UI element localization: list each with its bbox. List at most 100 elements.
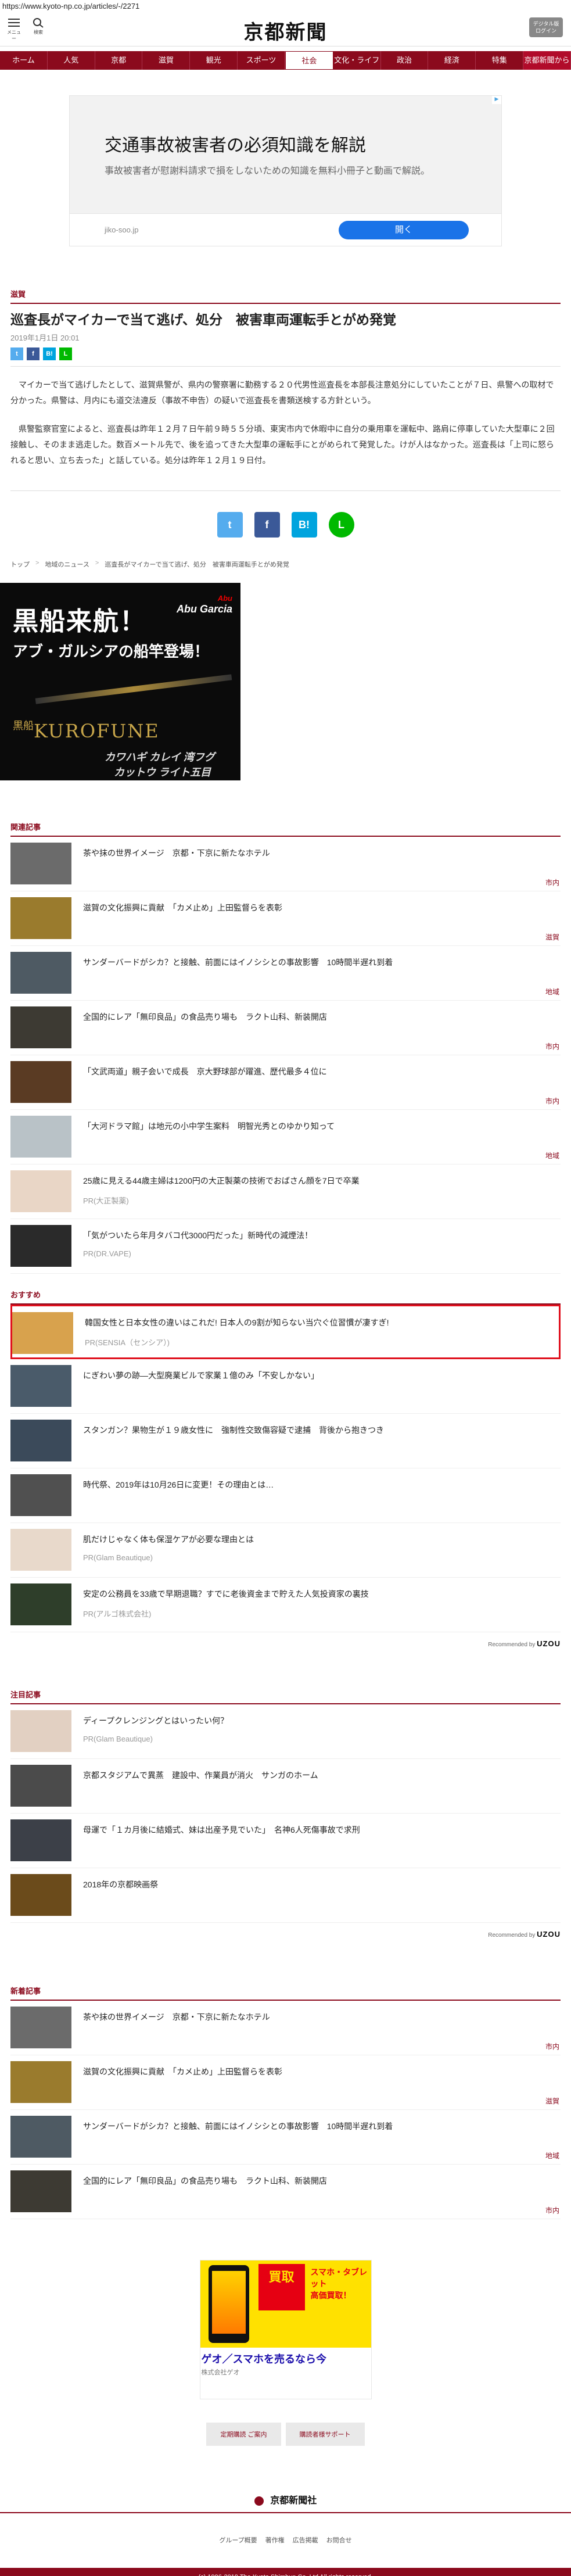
list-item[interactable]: 滋賀の文化振興に貢献 「カメ止め」上田監督らを表彰滋賀 [10,891,561,946]
list-item[interactable]: 「気がついたら年月タバコ代3000円だった」新時代の減煙法！ PR(DR.VAPE… [10,1219,561,1274]
hatena-share-icon[interactable]: B! [291,512,317,538]
list-item[interactable]: 茶や抹の世界イメージ 京都・下京に新たなホテル市内 [10,2001,561,2055]
nav-item[interactable]: 文化・ライフ [333,51,381,70]
support-button[interactable]: 購読者様サポート [285,2423,365,2446]
list-item[interactable]: ディープクレンジングとはいったい何？ PR(Glam Beautique) [10,1704,561,1759]
list-item[interactable]: サンダーバードがシカ？と接触、前面にはイノシシとの事故影響 10時間半遅れ到着地… [10,2110,561,2165]
uzou-logo[interactable]: UZOU [537,1930,561,1939]
twitter-share-icon[interactable]: t [10,347,23,360]
nav-item[interactable]: ホーム [0,51,48,70]
nav-item[interactable]: 滋賀 [142,51,191,70]
list-item[interactable]: 25歳に見える44歳主婦は1200円の大正製薬の技術でおばさん顔を7日で卒業 PR… [10,1165,561,1219]
list-item[interactable]: 全国的にレア「無印良品」の食品売り場も ラクト山科、新装開店市内 [10,2165,561,2219]
nav-item[interactable]: スポーツ [238,51,285,70]
nav-item[interactable]: 観光 [190,51,238,70]
item-title[interactable]: 茶や抹の世界イメージ 京都・下京に新たなホテル [83,847,270,859]
thumbnail-image [10,843,71,884]
article-title: 巡査長がマイカーで当て逃げ、処分 被害車両運転手とがめ発覚 [10,312,397,327]
copyright: (c) 1996-2019 The Kyoto Shimbun Co.,Ltd … [0,2568,571,2576]
crumb-local[interactable]: 地域のニュース [45,560,89,569]
item-area-tag[interactable]: 地域 [545,987,559,997]
list-item[interactable]: サンダーバードがシカ？と接触、前面にはイノシシとの事故影響 10時間半遅れ到着地… [10,946,561,1001]
nav-item[interactable]: 経済 [428,51,476,70]
list-item[interactable]: 全国的にレア「無印良品」の食品売り場も ラクト山科、新装開店市内 [10,1001,561,1055]
item-title[interactable]: スタンガン？果物生が１９歳女性に 強制性交致傷容疑で逮捕 背後から抱きつき [83,1424,384,1436]
nav-item[interactable]: 政治 [381,51,429,70]
thumbnail-image [10,1061,71,1103]
item-title[interactable]: 2018年の京都映画祭 [83,1879,158,1890]
page: https://www.kyoto-np.co.jp/articles/-/22… [0,0,571,2576]
item-title[interactable]: 京都スタジアムで異蒸 建設中、作業員が消火 サンガのホーム [83,1769,318,1781]
footer-link[interactable]: 著作権 [265,2535,285,2545]
list-item[interactable]: 京都スタジアムで異蒸 建設中、作業員が消火 サンガのホーム [10,1759,561,1814]
line-share-icon[interactable]: L [59,347,72,360]
facebook-share-icon[interactable]: f [27,347,39,360]
nav-item[interactable]: 人気 [48,51,95,70]
item-title[interactable]: 「気がついたら年月タバコ代3000円だった」新時代の減煙法！ [83,1230,313,1241]
list-item[interactable]: 茶や抹の世界イメージ 京都・下京に新たなホテル市内 [10,837,561,891]
site-logo[interactable]: 京都新聞 [0,16,571,45]
nav-item[interactable]: 特集 [476,51,524,70]
nav-item[interactable]: 社会 [285,51,333,70]
digital-login-button[interactable]: デジタル版 ログイン [529,17,563,37]
footer-link[interactable]: グループ概要 [219,2535,257,2545]
item-title[interactable]: サンダーバードがシカ？と接触、前面にはイノシシとの事故影響 10時間半遅れ到着 [83,2120,393,2132]
list-item[interactable]: 安定の公務員を33歳で早期退職？すでに老後資金まで貯えた人気投資家の裏技 PR(ア… [10,1578,561,1632]
facebook-share-icon[interactable]: f [254,512,280,538]
list-item[interactable]: 2018年の京都映画祭 [10,1868,561,1923]
crumb-top[interactable]: トップ [10,560,30,569]
item-title[interactable]: 母運で「１カ月後に結婚式、妹は出産予見でいた」 名神6人死傷事故で求刑 [83,1824,360,1836]
list-item[interactable]: 「大河ドラマ館」は地元の小中学生案料 明智光秀とのゆかり知って地域 [10,1110,561,1165]
line-share-icon[interactable]: L [328,512,354,538]
item-area-tag[interactable]: 滋賀 [545,932,559,942]
list-item[interactable]: にぎわい夢の跡―大型廃業ビルで家業１億のみ「不安しかない」 [10,1359,561,1414]
list-item[interactable]: 滋賀の文化振興に貢献 「カメ止め」上田監督らを表彰滋賀 [10,2055,561,2110]
item-area-tag[interactable]: 市内 [545,877,559,887]
item-area-tag[interactable]: 市内 [545,2205,559,2215]
item-title[interactable]: 肌だけじゃなく体も保湿ケアが必要な理由とは [83,1534,254,1545]
hatena-share-icon[interactable]: B! [43,347,56,360]
article-category[interactable]: 滋賀 [10,288,561,304]
item-title[interactable]: 滋賀の文化振興に貢献 「カメ止め」上田監督らを表彰 [83,2066,282,2077]
list-item[interactable]: スタンガン？果物生が１９歳女性に 強制性交致傷容疑で逮捕 背後から抱きつき [10,1414,561,1468]
subscription-button[interactable]: 定期購読 ご案内 [206,2423,281,2446]
uzou-logo[interactable]: UZOU [537,1639,561,1648]
ad-geo-title[interactable]: ゲオ／スマホを売るなら今 [202,2351,326,2366]
item-title[interactable]: 25歳に見える44歳主婦は1200円の大正製薬の技術でおばさん顔を7日で卒業 [83,1175,360,1187]
item-title[interactable]: にぎわい夢の跡―大型廃業ビルで家業１億のみ「不安しかない」 [83,1370,319,1381]
item-title[interactable]: 茶や抹の世界イメージ 京都・下京に新たなホテル [83,2011,270,2023]
item-area-tag[interactable]: 市内 [545,2041,559,2051]
item-title[interactable]: 安定の公務員を33歳で早期退職？すでに老後資金まで貯えた人気投資家の裏技 [83,1588,369,1600]
list-item[interactable]: 時代祭、2019年は10月26日に変更！その理由とは… [10,1468,561,1523]
list-item[interactable]: 韓国女性と日本女性の違いはこれだ! 日本人の9割が知らない当穴ぐ位習慣が凄すぎ!… [10,1305,561,1359]
ad-geo[interactable]: 買取 スマホ・タブレット 高価買取！ ゲオ／スマホを売るなら今 株式会社ゲオ [199,2260,372,2399]
item-area-tag[interactable]: 地域 [545,1151,559,1160]
ad-open-button[interactable]: 開く [339,221,469,239]
nav-item[interactable]: 京都 [95,51,143,70]
ad-kurofune[interactable]: 黒船来航！ アブ・ガルシアの船竿登場！ Abu Abu Garcia 黒船 KU… [0,583,240,780]
item-title[interactable]: ディープクレンジングとはいったい何？ [83,1715,228,1726]
ad-banner-top[interactable]: ▶ 交通事故被害者の必須知識を解説 事故被害者が慰謝料請求で損をしないための知識… [69,95,502,246]
footer-link[interactable]: 広告掲載 [293,2535,318,2545]
item-title[interactable]: 時代祭、2019年は10月26日に変更！その理由とは… [83,1479,274,1491]
item-area-tag[interactable]: 市内 [545,1041,559,1051]
item-title[interactable]: 全国的にレア「無印良品」の食品売り場も ラクト山科、新装開店 [83,2175,327,2187]
list-item[interactable]: 「文武両道」親子会いで成長 京大野球部が躍進、歴代最多４位に市内 [10,1055,561,1110]
nav-item[interactable]: 京都新聞から [523,51,571,70]
item-title[interactable]: 「文武両道」親子会いで成長 京大野球部が躍進、歴代最多４位に [83,1066,327,1077]
item-title[interactable]: 滋賀の文化振興に貢献 「カメ止め」上田監督らを表彰 [83,902,282,913]
item-area-tag[interactable]: 市内 [545,1096,559,1106]
ad-choices-icon[interactable]: ▶ [492,96,501,104]
item-title[interactable]: サンダーバードがシカ？と接触、前面にはイノシシとの事故影響 10時間半遅れ到着 [83,956,393,968]
list-item[interactable]: 肌だけじゃなく体も保湿ケアが必要な理由とは PR(Glam Beautique) [10,1523,561,1578]
item-title[interactable]: 「大河ドラマ館」は地元の小中学生案料 明智光秀とのゆかり知って [83,1120,335,1132]
list-item[interactable]: 母運で「１カ月後に結婚式、妹は出産予見でいた」 名神6人死傷事故で求刑 [10,1814,561,1868]
item-area-tag[interactable]: 地域 [545,2151,559,2161]
twitter-share-icon[interactable]: t [217,512,243,538]
ad-geo-image: 買取 スマホ・タブレット 高価買取！ [200,2260,371,2348]
footer-logo[interactable]: 京都新聞社 [0,2492,571,2513]
item-title[interactable]: 韓国女性と日本女性の違いはこれだ! 日本人の9割が知らない当穴ぐ位習慣が凄すぎ! [85,1317,389,1328]
item-area-tag[interactable]: 滋賀 [545,2096,559,2106]
item-title[interactable]: 全国的にレア「無印良品」の食品売り場も ラクト山科、新装開店 [83,1011,327,1023]
footer-link[interactable]: お問合せ [326,2535,352,2545]
